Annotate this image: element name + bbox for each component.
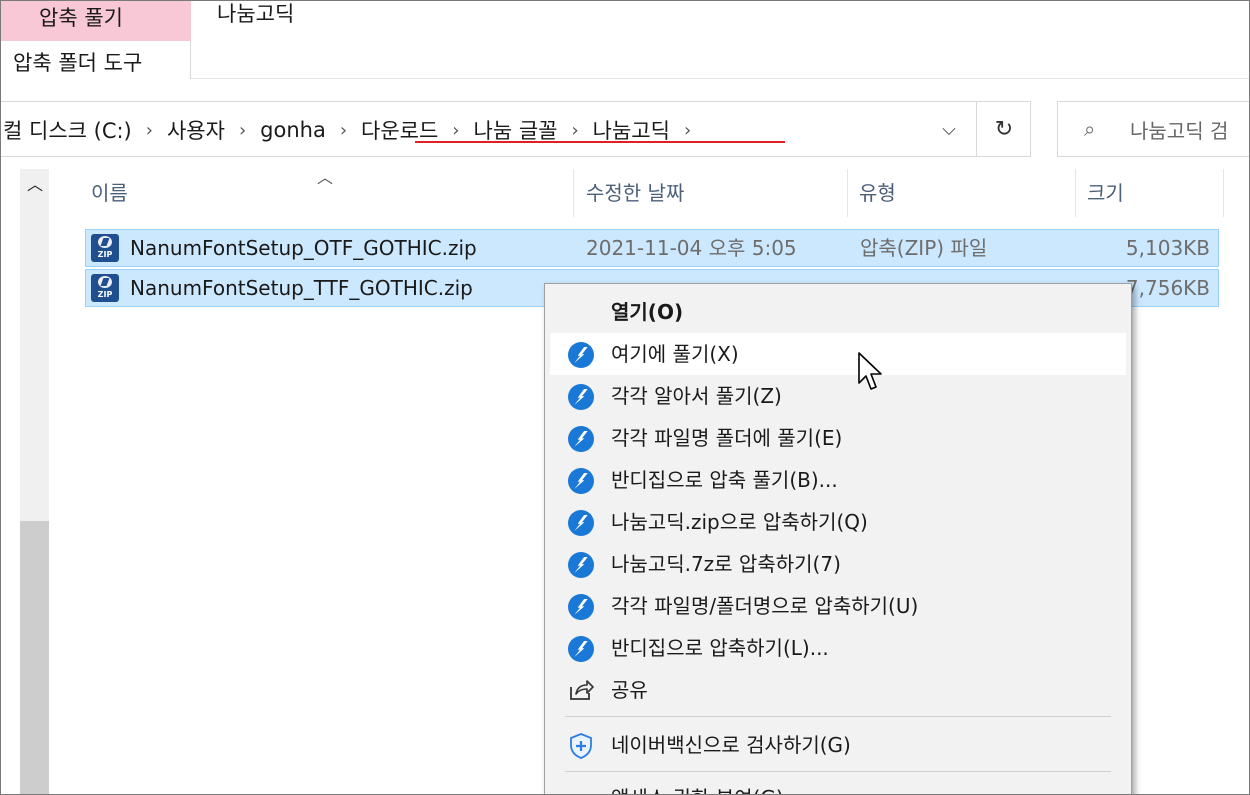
ribbon-divider (191, 78, 1249, 79)
crumb-users[interactable]: 사용자 (161, 115, 231, 145)
chevron-right-icon[interactable]: › (444, 120, 467, 141)
tab-compressed-folder-tools[interactable]: 압축 폴더 도구 (1, 41, 191, 79)
bandizip-icon (568, 552, 594, 578)
menu-item-share[interactable]: 공유 (550, 669, 1126, 711)
bandizip-icon (568, 636, 594, 662)
crumb-user[interactable]: gonha (254, 118, 332, 142)
menu-item-label: 열기(O) (611, 300, 684, 324)
menu-item-extract-each-smart[interactable]: 각각 알아서 풀기(Z) (550, 375, 1126, 417)
bandizip-icon (568, 468, 594, 494)
breadcrumb: 컬 디스크 (C:) › 사용자 › gonha › 다운로드 › 나눔 글꼴 … (1, 102, 699, 158)
column-header-type[interactable]: 유형 (859, 169, 896, 217)
menu-separator (565, 771, 1111, 772)
menu-item-label: 액세스 권한 부여(G) (611, 777, 784, 794)
shield-icon (570, 733, 592, 759)
bandizip-icon (568, 384, 594, 410)
menu-separator (565, 716, 1111, 717)
menu-item-compress-7z[interactable]: 나눔고딕.7z로 압축하기(7) (550, 543, 1126, 585)
column-divider[interactable] (1075, 169, 1076, 217)
bandizip-icon (568, 426, 594, 452)
bandizip-icon (568, 510, 594, 536)
context-menu: 열기(O) 여기에 풀기(X) 각각 알아서 풀기(Z) 각각 파일명 폴더에 … (544, 283, 1132, 794)
search-icon: ⌕ (1084, 117, 1096, 141)
column-divider[interactable] (847, 169, 848, 217)
scroll-up-icon[interactable]: ︿ (23, 173, 47, 197)
column-divider[interactable] (573, 169, 574, 217)
file-name: NanumFontSetup_TTF_GOTHIC.zip (130, 276, 473, 300)
menu-item-label: 각각 파일명 폴더에 풀기(E) (611, 426, 843, 450)
bandizip-icon (568, 594, 594, 620)
chevron-right-icon[interactable]: › (563, 120, 586, 141)
chevron-right-icon[interactable]: › (138, 120, 161, 141)
zip-file-icon: ZIP (91, 274, 119, 302)
chevron-right-icon[interactable]: › (231, 120, 254, 141)
menu-item-compress-each[interactable]: 각각 파일명/폴더명으로 압축하기(U) (550, 585, 1126, 627)
column-header-size[interactable]: 크기 (1087, 169, 1124, 217)
menu-item-label: 여기에 풀기(X) (611, 342, 739, 366)
refresh-icon: ↻ (994, 116, 1014, 142)
file-size: 7,756KB (1125, 276, 1210, 300)
menu-item-label: 반디집으로 압축 풀기(B)... (611, 468, 838, 492)
menu-item-open[interactable]: 열기(O) (550, 291, 1126, 333)
file-modified: 2021-11-04 오후 5:05 (586, 236, 797, 260)
menu-item-label: 반디집으로 압축하기(L)... (611, 636, 829, 660)
explorer-window: 압축 풀기 압축 폴더 도구 나눔고딕 컬 디스크 (C:) › 사용자 › g… (0, 0, 1250, 795)
menu-item-compress-with-bandizip[interactable]: 반디집으로 압축하기(L)... (550, 627, 1126, 669)
mouse-cursor-icon (858, 352, 882, 390)
file-type: 압축(ZIP) 파일 (860, 236, 988, 260)
column-header-modified[interactable]: 수정한 날짜 (586, 169, 684, 217)
menu-item-label: 각각 알아서 풀기(Z) (611, 384, 782, 408)
column-header-name[interactable]: 이름 (91, 169, 128, 217)
file-size: 5,103KB (1125, 236, 1210, 260)
menu-item-label: 공유 (611, 678, 648, 702)
red-underline-annotation (415, 141, 785, 143)
menu-item-naver-vaccine-scan[interactable]: 네이버백신으로 검사하기(G) (550, 724, 1126, 766)
menu-item-label: 나눔고딕.zip으로 압축하기(Q) (611, 510, 868, 534)
bandizip-icon (568, 342, 594, 368)
chevron-right-icon: › (1102, 777, 1108, 794)
nav-pane-scroll-thumb[interactable] (20, 521, 49, 794)
menu-item-compress-zip[interactable]: 나눔고딕.zip으로 압축하기(Q) (550, 501, 1126, 543)
refresh-button[interactable]: ↻ (976, 101, 1031, 157)
menu-item-extract-with-bandizip[interactable]: 반디집으로 압축 풀기(B)... (550, 459, 1126, 501)
file-row[interactable]: ZIP NanumFontSetup_OTF_GOTHIC.zip 2021-1… (85, 229, 1219, 267)
search-placeholder: 나눔고딕 검 (1130, 118, 1229, 143)
ribbon-context-tabs: 압축 풀기 압축 폴더 도구 (1, 1, 191, 79)
zip-file-icon: ZIP (91, 234, 119, 262)
chevron-right-icon[interactable]: › (332, 120, 355, 141)
chevron-down-icon[interactable]: ⌵ (929, 101, 969, 157)
search-box[interactable]: ⌕ 나눔고딕 검 (1057, 101, 1249, 157)
address-bar[interactable]: 컬 디스크 (C:) › 사용자 › gonha › 다운로드 › 나눔 글꼴 … (1, 101, 1031, 157)
crumb-drive[interactable]: 컬 디스크 (C:) (1, 115, 138, 145)
file-name: NanumFontSetup_OTF_GOTHIC.zip (130, 236, 477, 260)
menu-item-extract-here[interactable]: 여기에 풀기(X) (550, 333, 1126, 375)
menu-item-grant-access[interactable]: 액세스 권한 부여(G) › (550, 777, 1126, 794)
column-divider[interactable] (1223, 169, 1224, 217)
share-icon (570, 680, 594, 700)
sort-ascending-icon: ︿ (317, 168, 334, 187)
menu-item-label: 네이버백신으로 검사하기(G) (611, 733, 851, 757)
menu-item-extract-each-folder[interactable]: 각각 파일명 폴더에 풀기(E) (550, 417, 1126, 459)
tab-folder-name[interactable]: 나눔고딕 (217, 1, 294, 29)
menu-item-label: 각각 파일명/폴더명으로 압축하기(U) (611, 594, 919, 618)
tab-extract[interactable]: 압축 풀기 (1, 1, 191, 41)
chevron-right-icon[interactable]: › (676, 120, 699, 141)
menu-item-label: 나눔고딕.7z로 압축하기(7) (611, 552, 841, 576)
